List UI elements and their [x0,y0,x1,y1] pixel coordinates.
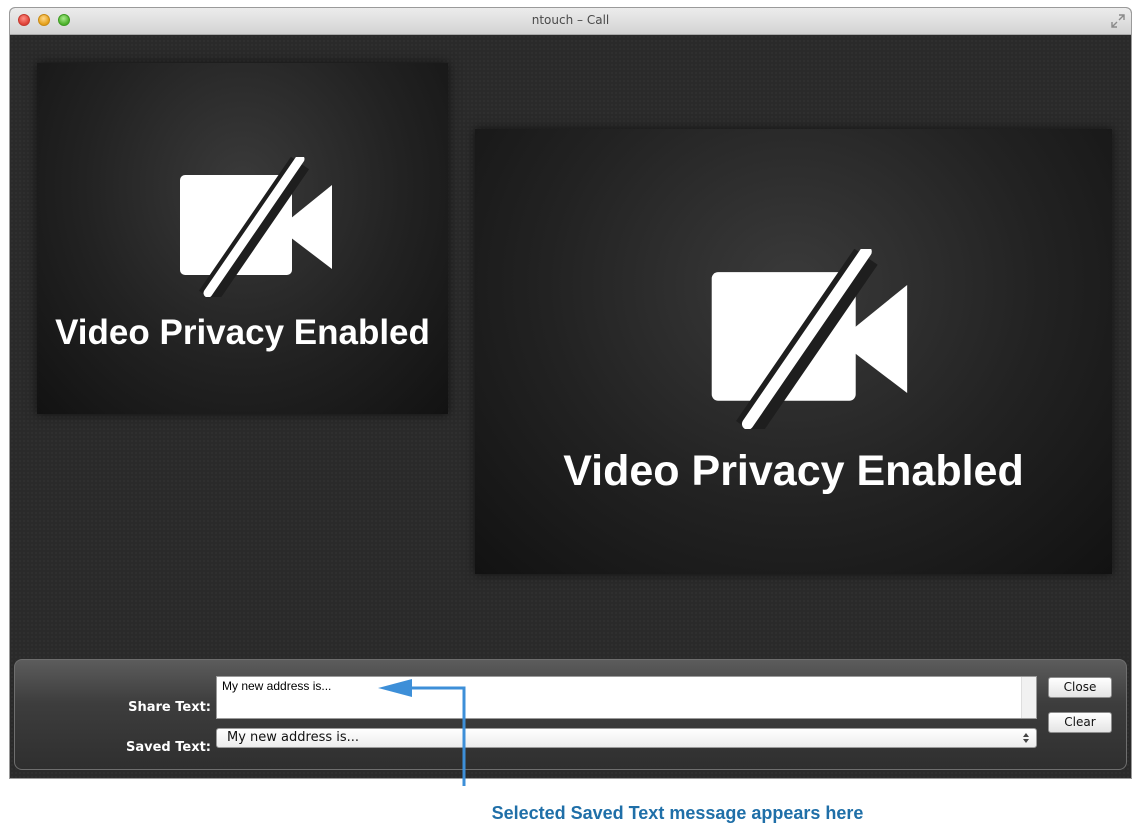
remote-video-panel: Video Privacy Enabled [475,129,1112,574]
video-off-icon [180,157,332,297]
call-window: ntouch – Call Video Privacy Enabled Vide… [10,8,1131,778]
share-text-panel: Share Text: My new address is... Saved T… [14,659,1127,770]
call-content: Video Privacy Enabled Video Privacy Enab… [10,35,1131,778]
fullscreen-icon[interactable] [1111,14,1125,28]
self-privacy-label: Video Privacy Enabled [55,313,430,352]
close-button[interactable]: Close [1048,677,1112,698]
share-text-scrollbar[interactable] [1021,677,1036,718]
share-text-label: Share Text: [128,700,211,715]
annotation-callout: Selected Saved Text message appears here [491,803,864,823]
saved-text-value: My new address is... [227,730,360,745]
title-bar[interactable]: ntouch – Call [10,8,1131,35]
share-text-input[interactable]: My new address is... [216,676,1037,719]
window-title: ntouch – Call [531,13,610,27]
clear-button[interactable]: Clear [1048,712,1112,733]
self-video-panel: Video Privacy Enabled [37,63,448,414]
saved-text-label: Saved Text: [125,740,211,755]
select-arrows-icon [1023,733,1029,743]
video-off-icon [711,249,908,429]
remote-privacy-label: Video Privacy Enabled [563,447,1024,495]
share-text-value: My new address is... [222,679,332,693]
saved-text-select[interactable]: My new address is... [216,728,1037,748]
